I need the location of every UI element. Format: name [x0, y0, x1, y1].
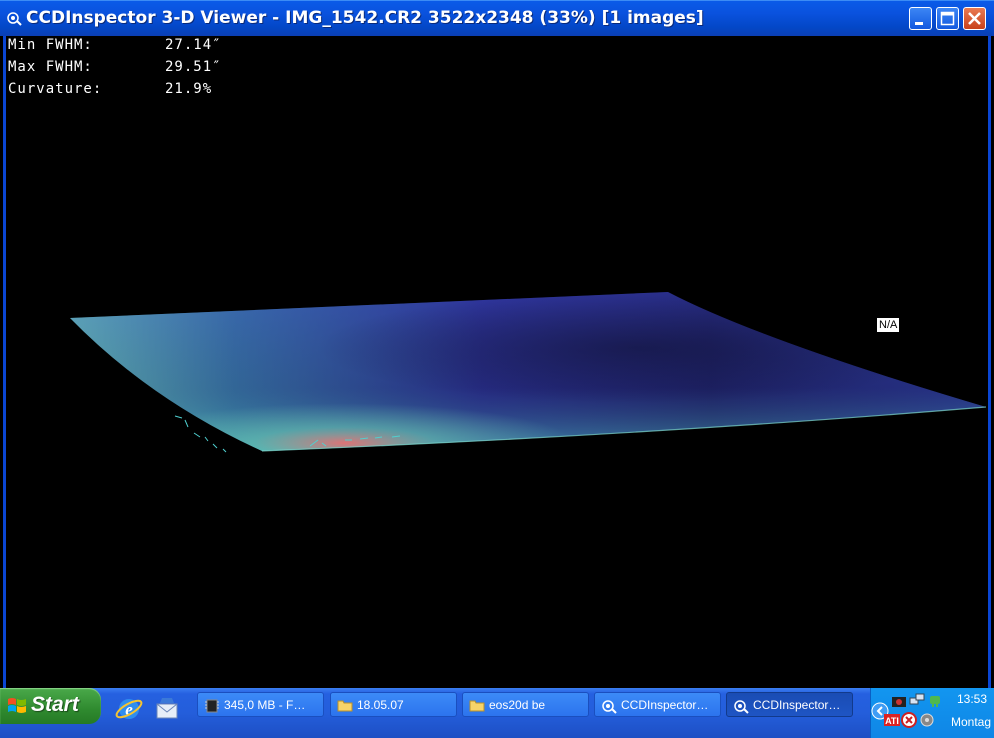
maximize-button[interactable] [936, 7, 959, 30]
folder-icon [337, 700, 353, 712]
taskbar-button-label: CCDInspector… [753, 698, 841, 712]
fwhm-surface-plot[interactable] [0, 36, 994, 688]
ati-tray-icon[interactable]: ATI [883, 712, 901, 728]
start-button[interactable]: Start [0, 688, 101, 724]
window-title: CCDInspector 3-D Viewer - IMG_1542.CR2 3… [26, 8, 704, 28]
title-bar[interactable]: CCDInspector 3-D Viewer - IMG_1542.CR2 3… [0, 0, 994, 36]
ccdinspector-app-icon [7, 12, 22, 26]
stat-label: Max FWHM: [8, 59, 93, 75]
antivirus-tray-icon[interactable] [901, 712, 917, 728]
clock-time[interactable]: 13:53 [957, 692, 987, 706]
stat-value: 21.9% [165, 81, 213, 97]
stat-min-fwhm: Min FWHM: 27.14″ [8, 34, 222, 56]
taskbar-button-label: CCDInspector… [621, 698, 709, 712]
maximize-icon [940, 11, 955, 26]
ccdinspector-app-icon [734, 700, 749, 714]
outlook-express-icon[interactable] [152, 694, 182, 724]
stat-max-fwhm: Max FWHM: 29.51″ [8, 56, 222, 78]
camera-tray-icon[interactable] [891, 694, 907, 708]
na-label: N/A [877, 318, 900, 332]
taskbar-button-label: eos20d be [489, 698, 546, 712]
taskbar-button-memory[interactable]: 345,0 MB - F… [197, 692, 324, 717]
taskbar: Start e 345,0 MB - F… 18.05.07 eos20d be [0, 688, 994, 738]
close-icon [968, 12, 981, 25]
android-tray-icon[interactable] [927, 692, 943, 708]
memory-chip-icon [205, 699, 219, 713]
clock-day: Montag [951, 715, 992, 729]
stat-label: Curvature: [8, 81, 103, 97]
taskbar-button-ccdinspector-2[interactable]: CCDInspector… [726, 692, 853, 717]
stat-value: 29.51″ [165, 59, 222, 75]
speaker-tray-icon[interactable] [919, 712, 935, 728]
surface-corner-highlight [70, 292, 986, 451]
network-tray-icon[interactable] [909, 692, 925, 708]
taskbar-button-folder-eos20d[interactable]: eos20d be [462, 692, 589, 717]
stat-value: 27.14″ [165, 37, 222, 53]
taskbar-button-ccdinspector-1[interactable]: CCDInspector… [594, 692, 721, 717]
close-button[interactable] [963, 7, 986, 30]
windows-logo-icon [8, 698, 26, 713]
minimize-button[interactable] [909, 7, 932, 30]
stat-label: Min FWHM: [8, 37, 93, 53]
svg-text:ATI: ATI [885, 716, 899, 726]
system-tray: ATI 13:53 Montag [870, 688, 994, 738]
folder-icon [469, 700, 485, 712]
fwhm-stats: Min FWHM: 27.14″ Max FWHM: 29.51″ Curvat… [8, 34, 222, 100]
taskbar-button-label: 18.05.07 [357, 698, 404, 712]
minimize-icon [915, 22, 923, 25]
taskbar-button-label: 345,0 MB - F… [224, 698, 306, 712]
internet-explorer-icon[interactable]: e [114, 694, 144, 724]
ccdinspector-app-icon [602, 700, 617, 714]
taskbar-button-folder-18-05-07[interactable]: 18.05.07 [330, 692, 457, 717]
stat-curvature: Curvature: 21.9% [8, 78, 222, 100]
start-label: Start [31, 693, 79, 716]
